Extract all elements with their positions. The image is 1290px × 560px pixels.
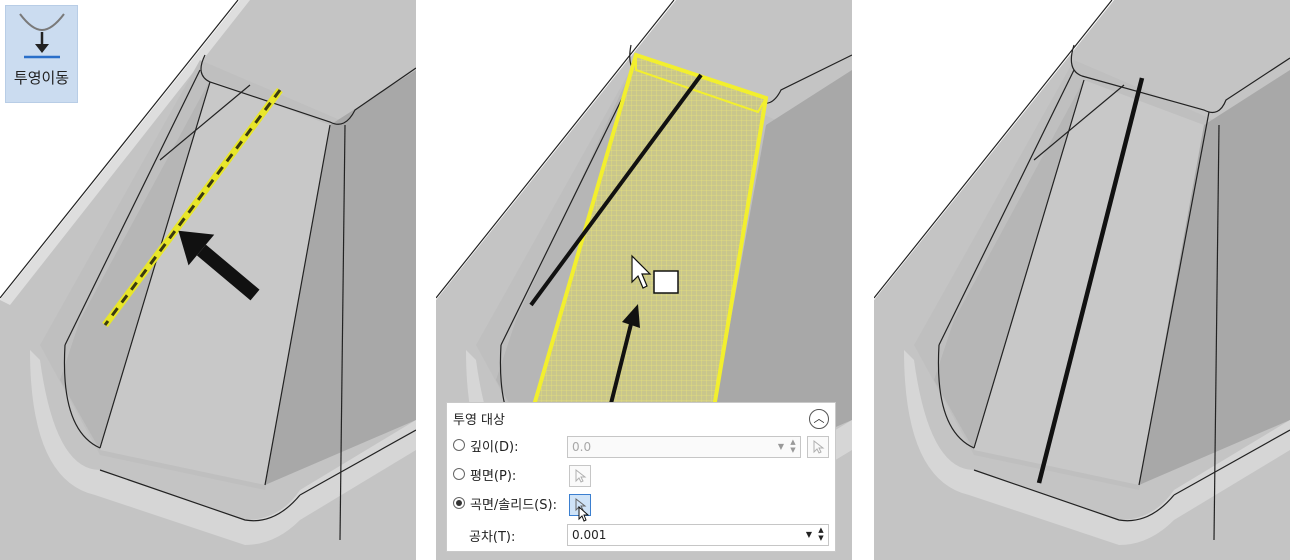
depth-label: 깊이(D): (470, 439, 519, 455)
projection-target-panel: 투영 대상 ︿ 깊이(D): 0.0 ▼ ▲ ▼ 평면(P): 곡면/솔리드(S)… (446, 402, 836, 552)
depth-pick-button[interactable] (807, 436, 829, 458)
viewport-result[interactable] (874, 0, 1290, 560)
model-result (874, 0, 1290, 560)
project-move-button[interactable]: 투영이동 (5, 5, 78, 103)
depth-field[interactable]: 0.0 ▼ ▲ ▼ (567, 436, 801, 458)
tolerance-row: 공차(T): (469, 523, 515, 547)
depth-value: 0.0 (572, 440, 592, 454)
tolerance-label: 공차(T): (469, 529, 516, 545)
plane-pick-button[interactable] (569, 465, 591, 487)
plane-label: 평면(P): (470, 468, 517, 484)
cursor-icon (575, 468, 587, 483)
project-move-label: 투영이동 (13, 69, 70, 87)
spinner-icon[interactable]: ▲ ▼ (816, 526, 826, 544)
surface-option[interactable]: 곡면/솔리드(S): (453, 491, 557, 515)
chevron-down-icon: ▼ (777, 442, 784, 451)
chevron-down-icon[interactable]: ▼ (806, 525, 812, 545)
plane-option[interactable]: 평면(P): (453, 462, 516, 486)
panel-title: 투영 대상 (453, 413, 505, 428)
project-move-icon (19, 13, 65, 59)
surface-radio[interactable] (453, 497, 465, 509)
viewport-before[interactable]: 투영이동 (0, 0, 416, 560)
depth-radio[interactable] (453, 439, 465, 451)
tolerance-value: 0.001 (572, 528, 607, 542)
plane-radio[interactable] (453, 468, 465, 480)
cursor-icon (813, 439, 825, 454)
tolerance-field[interactable]: 0.001 ▼ ▲ ▼ (567, 524, 829, 546)
collapse-icon[interactable]: ︿ (809, 409, 829, 429)
cursor-icon (575, 497, 590, 522)
spinner-icon[interactable]: ▲ ▼ (788, 438, 798, 456)
depth-option[interactable]: 깊이(D): (453, 433, 518, 457)
surface-label: 곡면/솔리드(S): (470, 497, 557, 513)
surface-pick-button[interactable] (569, 494, 591, 522)
